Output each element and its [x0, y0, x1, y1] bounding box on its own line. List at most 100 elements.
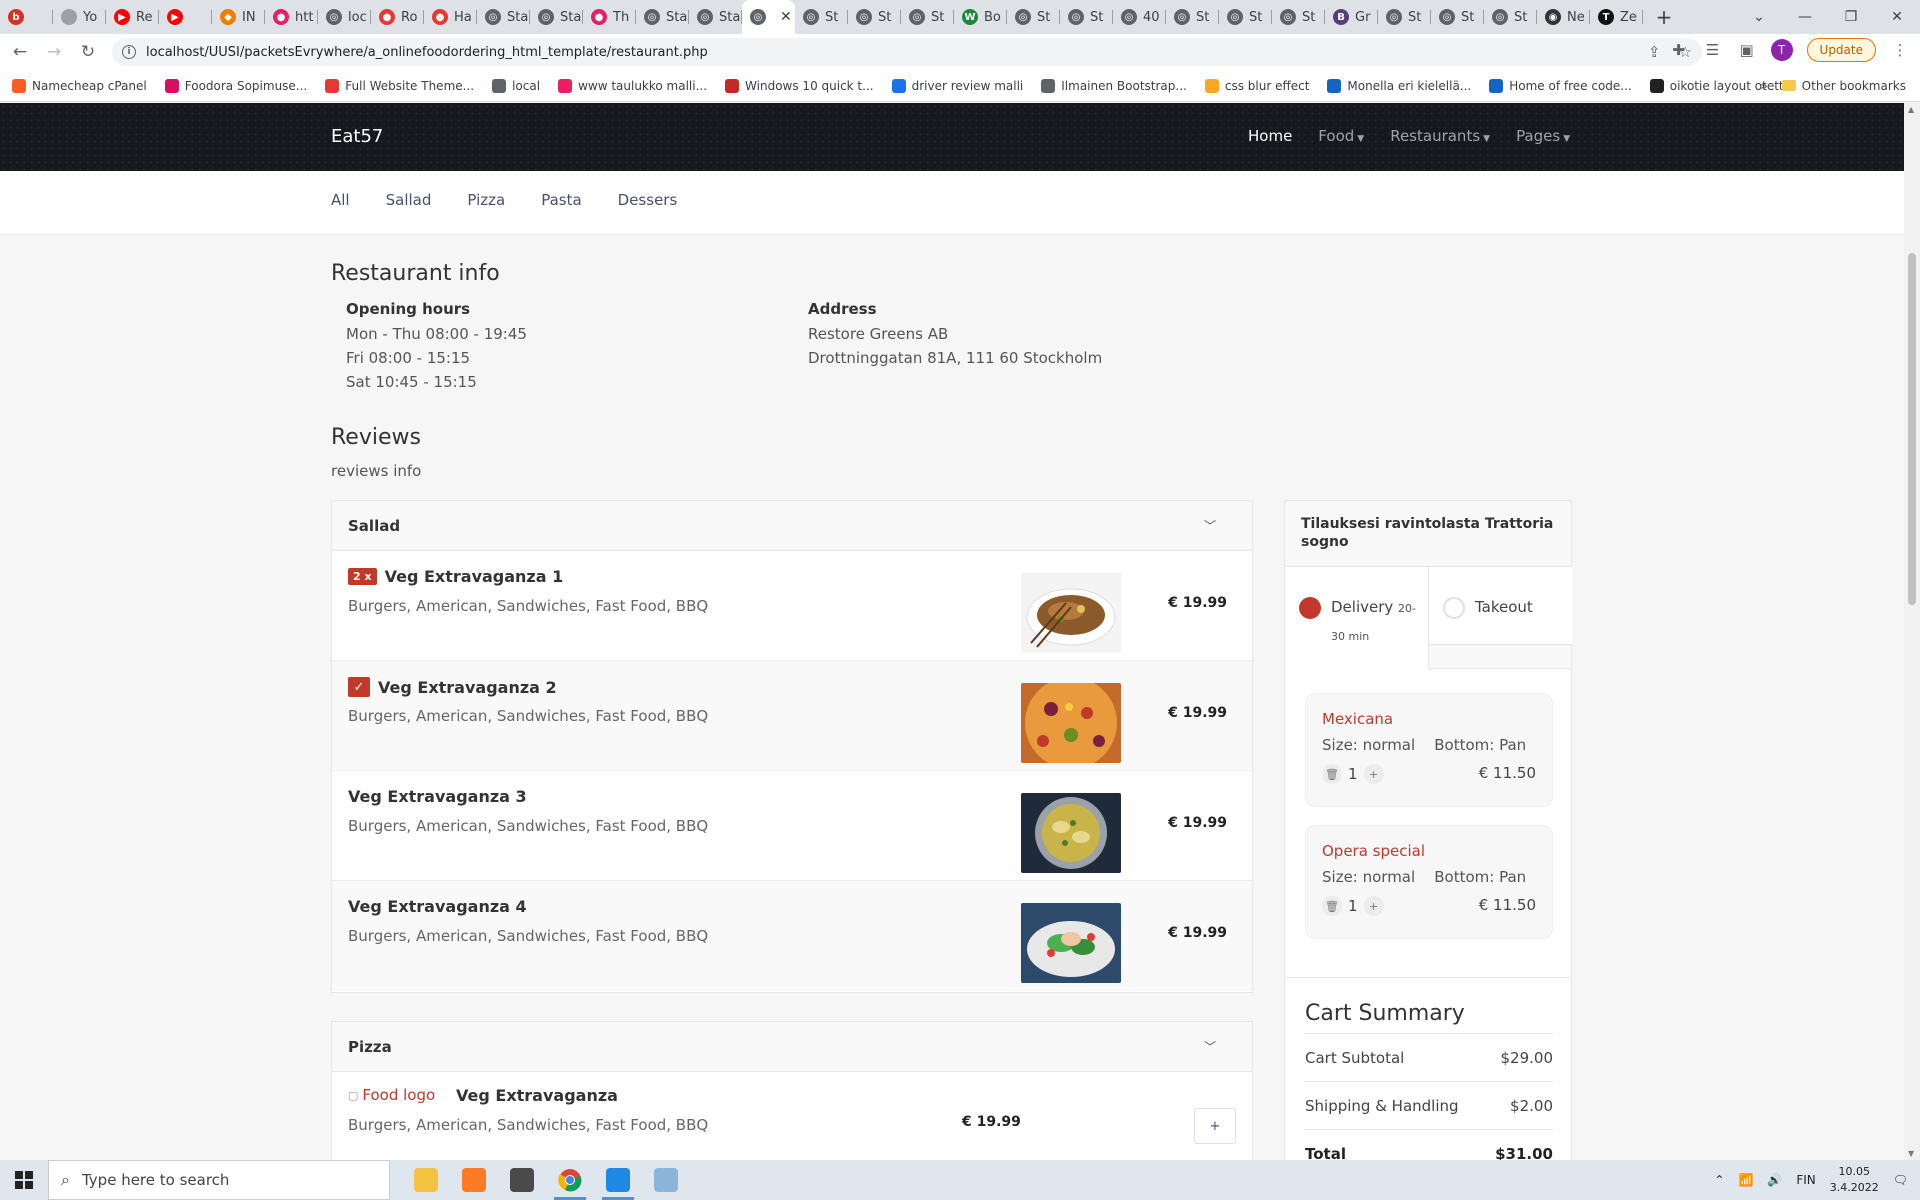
radio-unselected-icon[interactable]	[1443, 597, 1465, 619]
category-link[interactable]: All	[331, 191, 350, 209]
reading-list-icon[interactable]: ☰	[1703, 41, 1723, 59]
nav-food[interactable]: Food ▼	[1318, 127, 1364, 145]
browser-tab[interactable]: ● Th	[583, 0, 636, 34]
menu-item[interactable]: ✓ Veg Extravaganza 2 Burgers, American, …	[332, 661, 1252, 771]
add-to-cart-button[interactable]: +	[1194, 1108, 1236, 1144]
browser-tab[interactable]: b	[0, 0, 53, 34]
bookmark-item[interactable]: driver review malli	[891, 78, 1023, 93]
address-bar[interactable]: i localhost/UUSI/packetsEvrywhere/a_onli…	[112, 38, 1702, 66]
browser-tab[interactable]: ◎ St	[795, 0, 848, 34]
cart-item-name[interactable]: Opera special	[1322, 842, 1425, 860]
app-generic[interactable]	[642, 1160, 690, 1200]
volume-icon[interactable]: 🔊	[1767, 1173, 1782, 1187]
browser-tab[interactable]: ◎ 40	[1113, 0, 1166, 34]
category-link[interactable]: Pasta	[541, 191, 581, 209]
nav-home[interactable]: Home	[1248, 127, 1292, 145]
network-icon[interactable]: 📶	[1738, 1173, 1753, 1187]
bookmark-item[interactable]: Monella eri kielellä...	[1327, 78, 1471, 93]
browser-tab[interactable]: W Bo	[954, 0, 1007, 34]
minimize-button[interactable]: —	[1782, 0, 1828, 34]
browser-tab[interactable]: ◎ St	[901, 0, 954, 34]
menu-kebab-icon[interactable]: ⋮	[1890, 41, 1910, 59]
vscode-app[interactable]	[594, 1160, 642, 1200]
bookmark-item[interactable]: Foodora Sopimuse...	[164, 78, 307, 93]
profile-avatar[interactable]: T	[1770, 39, 1793, 61]
bookmark-item[interactable]: Namecheap cPanel	[12, 78, 147, 93]
menu-item[interactable]: ▢ Food logo Veg Extravaganza Burgers, Am…	[332, 1072, 1252, 1160]
bookmark-item[interactable]: Full Website Theme...	[325, 78, 474, 93]
category-link[interactable]: Sallad	[386, 191, 432, 209]
category-link[interactable]: Dessers	[618, 191, 678, 209]
file-explorer-app[interactable]	[402, 1160, 450, 1200]
scroll-down-icon[interactable]: ▼	[1908, 1149, 1914, 1158]
scroll-up-icon[interactable]: ▲	[1908, 105, 1914, 114]
radio-selected-icon[interactable]	[1299, 597, 1321, 619]
browser-tab[interactable]: ◎ Sta	[636, 0, 689, 34]
menu-item[interactable]: Veg Extravaganza 3 Burgers, American, Sa…	[332, 771, 1252, 881]
more-bookmarks-icon[interactable]: »	[1760, 79, 1767, 93]
share-icon[interactable]: ⇪	[1648, 43, 1661, 61]
back-button[interactable]: ←	[6, 38, 34, 66]
browser-tab[interactable]: ◎ Sta	[477, 0, 530, 34]
nav-restaurants[interactable]: Restaurants ▼	[1390, 127, 1490, 145]
reload-button[interactable]: ↻	[74, 38, 102, 66]
trash-icon[interactable]: 🗑	[1322, 764, 1342, 784]
sublime-app[interactable]	[498, 1160, 546, 1200]
bookmark-item[interactable]: www taulukko malli...	[558, 78, 707, 93]
browser-tab[interactable]: ◎ Sta	[689, 0, 742, 34]
close-window-button[interactable]: ✕	[1874, 0, 1920, 34]
clock[interactable]: 10.05 3.4.2022	[1830, 1164, 1879, 1196]
browser-tab[interactable]: ◎ Sta	[530, 0, 583, 34]
check-icon[interactable]: ✓	[348, 677, 370, 697]
browser-tab[interactable]: ◆ IN	[212, 0, 265, 34]
menu-item[interactable]: 2 x Veg Extravaganza 1 Burgers, American…	[332, 551, 1252, 661]
bookmark-item[interactable]: css blur effect	[1204, 78, 1309, 93]
bookmark-item[interactable]: Home of free code...	[1489, 78, 1632, 93]
browser-tab[interactable]: ▶	[159, 0, 212, 34]
browser-tab[interactable]: ◎ loc	[318, 0, 371, 34]
extensions-icon[interactable]: ✚	[1669, 41, 1689, 59]
cart-item-name[interactable]: Mexicana	[1322, 710, 1393, 728]
chevron-down-icon[interactable]: ﹀	[1204, 517, 1216, 534]
browser-tab[interactable]: ● htt	[265, 0, 318, 34]
browser-tab[interactable]: ◎ St	[1378, 0, 1431, 34]
browser-tab[interactable]: ◎ St	[848, 0, 901, 34]
forward-button[interactable]: →	[40, 38, 68, 66]
new-tab-button[interactable]: +	[1649, 5, 1679, 29]
browser-tab[interactable]: ◎ St	[1431, 0, 1484, 34]
chevron-down-icon[interactable]: ﹀	[1204, 1038, 1216, 1055]
maximize-button[interactable]: ❐	[1828, 0, 1874, 34]
browser-tab[interactable]: ◎ St	[1219, 0, 1272, 34]
delivery-option[interactable]: Delivery 20-30 min	[1285, 567, 1429, 669]
category-link[interactable]: Pizza	[467, 191, 505, 209]
nav-pages[interactable]: Pages ▼	[1516, 127, 1570, 145]
bookmark-item[interactable]: local	[492, 78, 540, 93]
section-header[interactable]: Sallad ﹀	[332, 501, 1252, 551]
chrome-app[interactable]	[546, 1160, 594, 1200]
browser-tab[interactable]: B Gr	[1325, 0, 1378, 34]
site-info-icon[interactable]: i	[122, 45, 136, 59]
takeout-option[interactable]: Takeout	[1429, 567, 1573, 645]
browser-tab[interactable]: ◎ St	[1484, 0, 1537, 34]
browser-tab[interactable]: ◎ St	[1166, 0, 1219, 34]
increase-button[interactable]: +	[1363, 896, 1384, 916]
start-button[interactable]	[0, 1160, 48, 1200]
browser-tab[interactable]: ◎ ✕	[742, 0, 795, 34]
update-button[interactable]: Update	[1806, 38, 1876, 62]
side-panel-icon[interactable]: ▣	[1737, 41, 1757, 59]
bookmark-item[interactable]: Windows 10 quick t...	[725, 78, 874, 93]
browser-tab[interactable]: Yo	[53, 0, 106, 34]
browser-tab[interactable]: ◎ St	[1007, 0, 1060, 34]
taskbar-search[interactable]: ⌕ Type here to search	[48, 1160, 390, 1200]
language-indicator[interactable]: FIN	[1796, 1173, 1815, 1187]
bookmark-item[interactable]: Ilmainen Bootstrap...	[1041, 78, 1187, 93]
browser-tab[interactable]: ◎ St	[1272, 0, 1325, 34]
browser-tab[interactable]: ● Ha	[424, 0, 477, 34]
chevron-down-icon[interactable]: ⌄	[1736, 0, 1782, 34]
chevron-up-icon[interactable]: ⌃	[1714, 1173, 1724, 1187]
page-scrollbar[interactable]: ▲ ▼	[1904, 103, 1920, 1160]
trash-icon[interactable]: 🗑	[1322, 896, 1342, 916]
close-tab-icon[interactable]: ✕	[780, 9, 792, 25]
browser-tab[interactable]: ◎ St	[1060, 0, 1113, 34]
section-header[interactable]: Pizza ﹀	[332, 1022, 1252, 1072]
